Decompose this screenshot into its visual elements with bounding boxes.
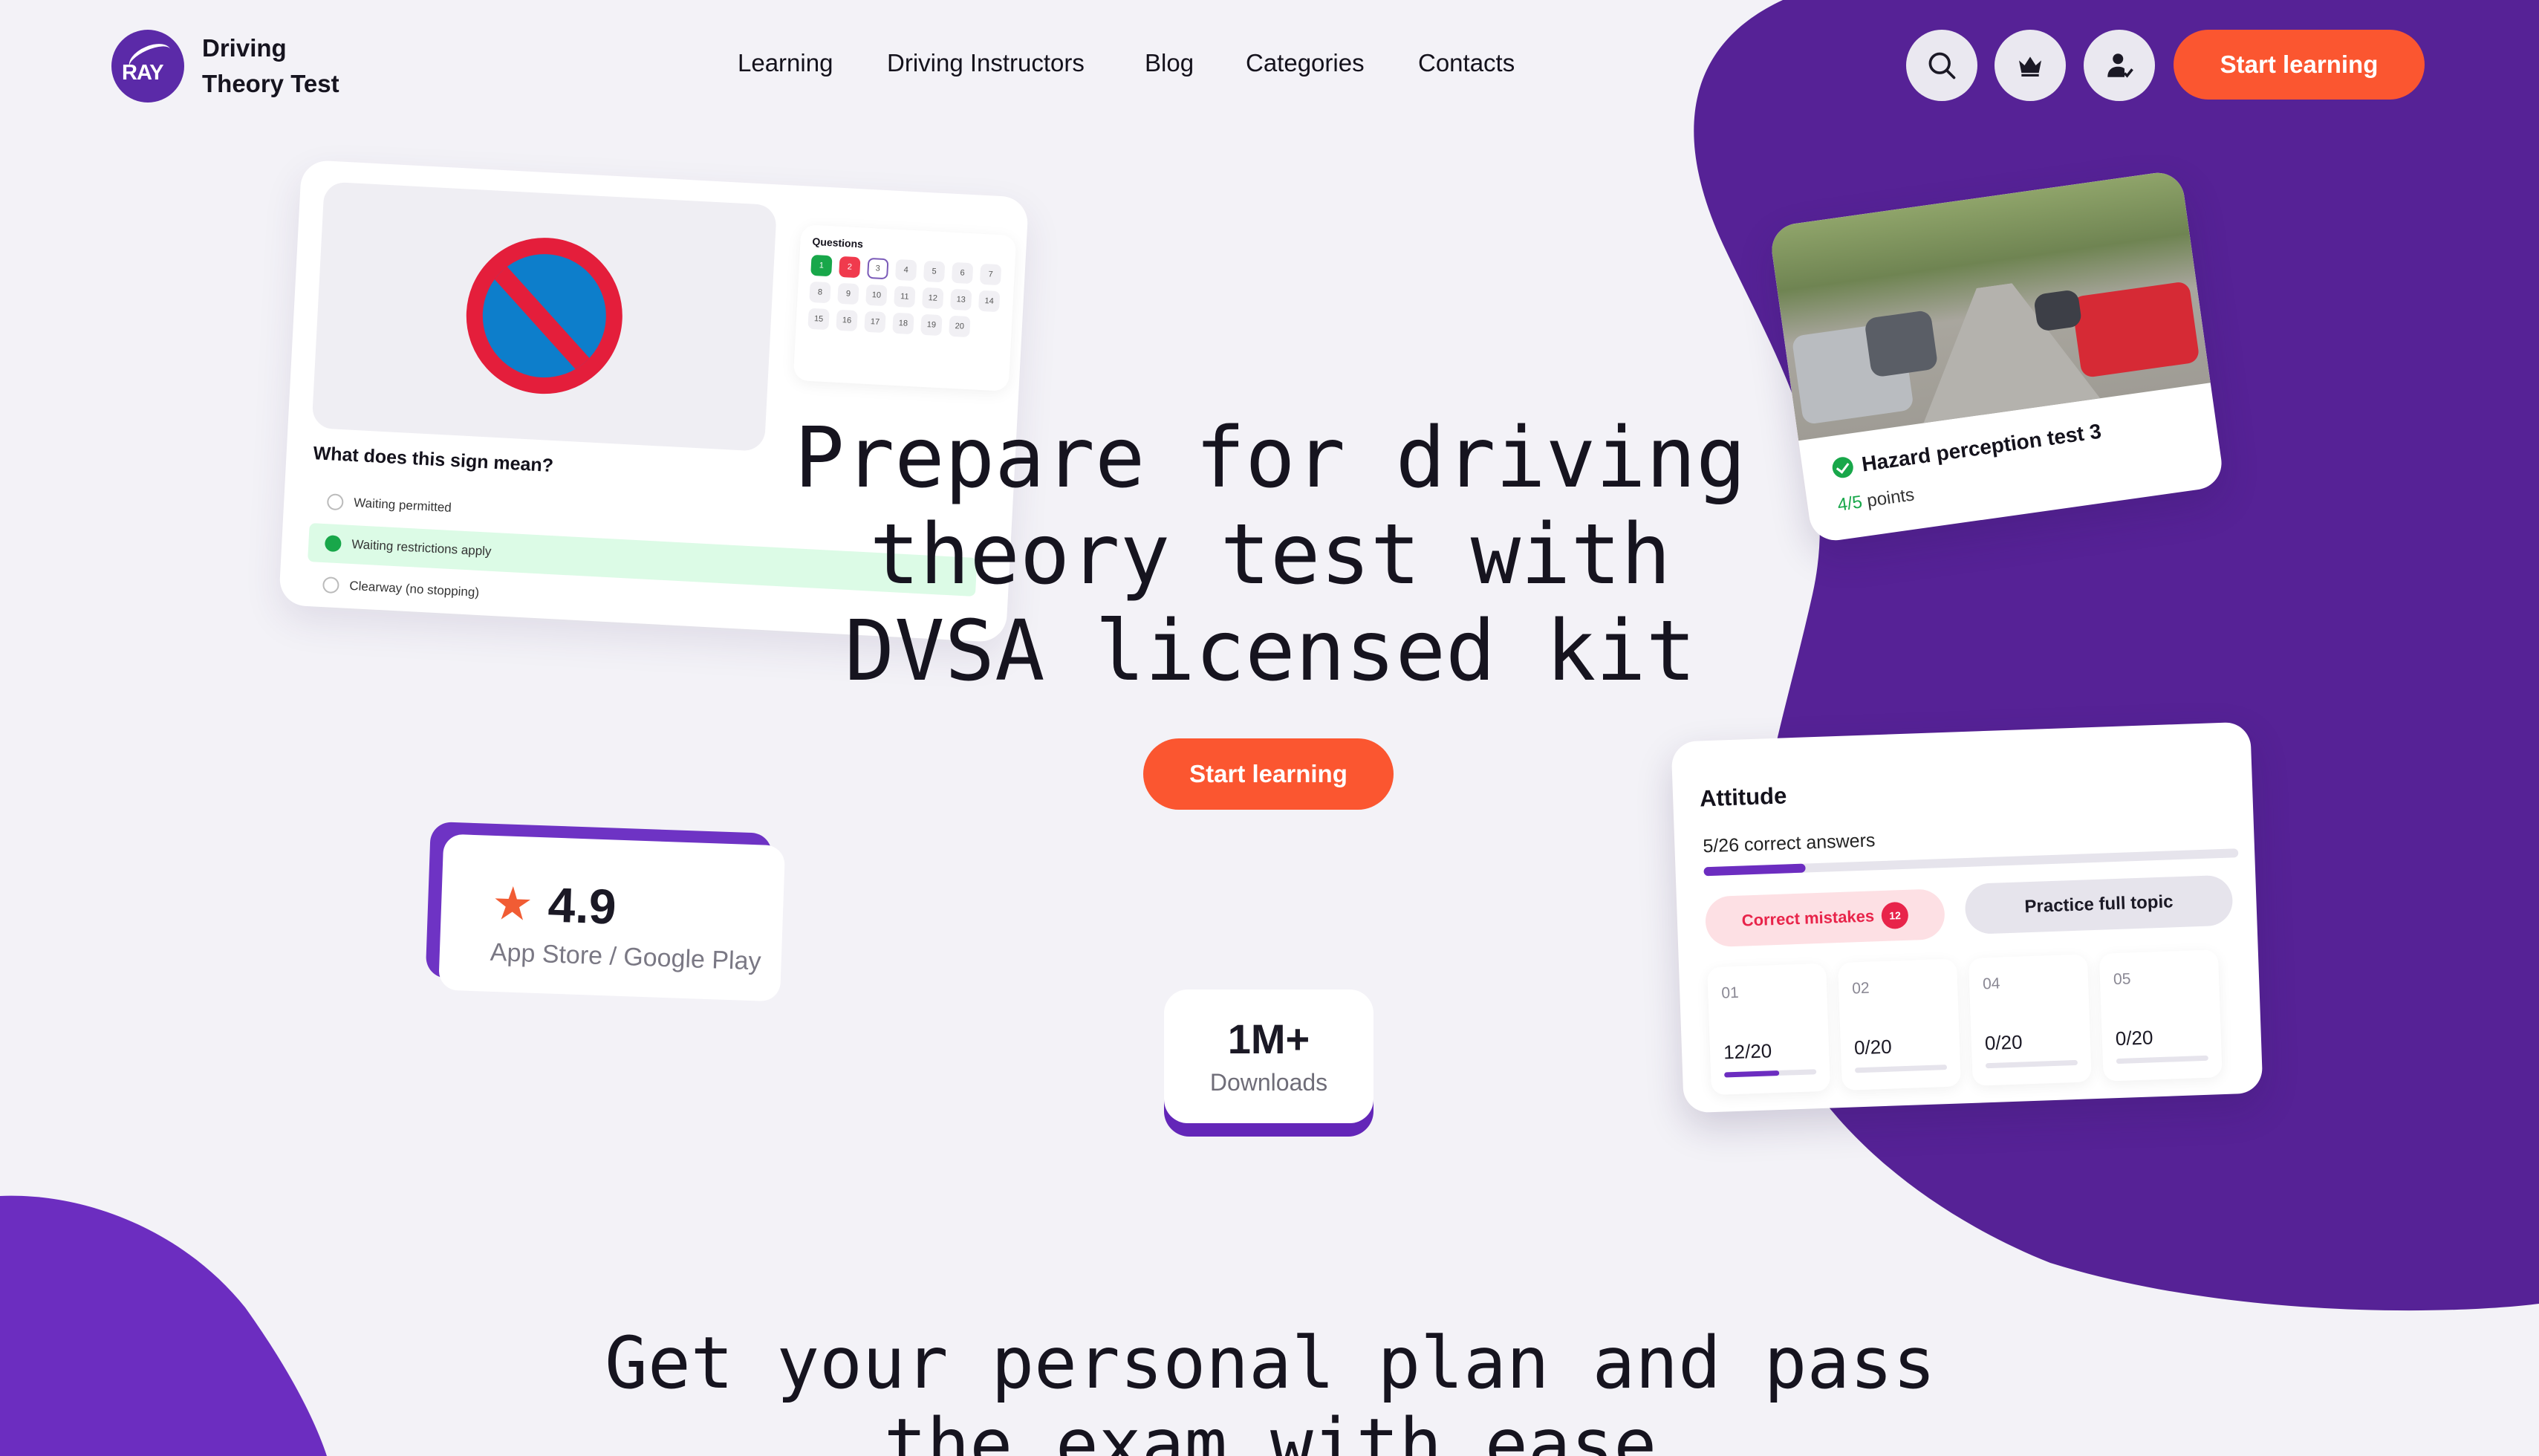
attitude-title: Attitude <box>1699 782 1787 812</box>
search-button[interactable] <box>1906 30 1977 101</box>
downloads-card: 1M+ Downloads <box>1164 989 1373 1123</box>
profile-button[interactable] <box>2084 30 2155 101</box>
question-number[interactable]: 5 <box>923 260 946 283</box>
mistakes-count-badge: 12 <box>1881 901 1909 929</box>
user-icon <box>2107 53 2133 78</box>
question-number[interactable]: 6 <box>951 261 974 285</box>
tile-score: 0/20 <box>1853 1035 1893 1059</box>
nav-blog[interactable]: Blog <box>1145 49 1194 77</box>
question-number[interactable]: 8 <box>809 281 831 304</box>
question-number[interactable]: 19 <box>920 313 943 337</box>
start-learning-button-header[interactable]: Start learning <box>2174 30 2425 100</box>
topic-tile[interactable]: 02 0/20 <box>1838 958 1961 1091</box>
no-waiting-sign-icon <box>462 233 627 398</box>
question-number[interactable]: 2 <box>839 256 861 279</box>
question-numbers: 1 2 3 4 5 6 7 8 9 10 11 12 13 14 15 16 17 18 19 20 <box>807 254 1003 339</box>
question-number[interactable]: 1 <box>810 254 833 277</box>
tile-progress-bar <box>1854 1065 1948 1073</box>
attitude-card: Attitude 5/26 correct answers Correct mi… <box>1671 721 2263 1114</box>
crown-icon <box>2019 56 2041 77</box>
start-learning-button-hero[interactable]: Start learning <box>1143 738 1394 810</box>
topic-tile[interactable]: 01 12/20 <box>1707 963 1831 1096</box>
quiz-question: What does this sign mean? <box>312 443 554 477</box>
question-number[interactable]: 13 <box>949 288 972 311</box>
rating-value: 4.9 <box>547 877 617 935</box>
check-icon <box>1830 455 1855 480</box>
downloads-value: 1M+ <box>1227 1015 1310 1062</box>
star-icon: ★ <box>491 877 534 931</box>
premium-button[interactable] <box>1995 30 2066 101</box>
tile-number: 02 <box>1851 979 1870 998</box>
question-number[interactable]: 16 <box>836 309 858 332</box>
tile-score: 0/20 <box>1984 1030 2023 1055</box>
tile-score: 0/20 <box>2115 1026 2153 1050</box>
nav-driving-instructors[interactable]: Driving Instructors <box>887 49 1085 77</box>
question-number[interactable]: 15 <box>807 308 830 331</box>
question-number[interactable]: 10 <box>865 284 888 307</box>
hazard-perception-card[interactable]: Hazard perception test 3 4/5 points <box>1768 169 2226 544</box>
tile-number: 01 <box>1720 984 1740 1002</box>
logo-mark: RAY <box>111 30 184 103</box>
tile-progress-bar <box>1724 1069 1817 1078</box>
attitude-summary: 5/26 correct answers <box>1702 830 1876 857</box>
question-number[interactable]: 9 <box>837 282 859 305</box>
question-number[interactable]: 14 <box>978 290 1001 313</box>
question-number[interactable]: 4 <box>894 259 917 282</box>
question-grid-title: Questions <box>812 235 864 250</box>
rating-stores: App Store / Google Play <box>490 937 762 976</box>
tile-number: 05 <box>2113 970 2131 989</box>
tile-progress-bar <box>2116 1055 2208 1065</box>
question-number[interactable]: 12 <box>922 287 944 310</box>
attitude-tiles: 01 12/20 02 0/20 04 0/20 05 0/20 <box>1707 949 2223 1096</box>
sign-image-box <box>311 181 778 452</box>
tile-number: 04 <box>1982 975 2000 993</box>
check-icon <box>324 535 342 553</box>
section-title: Get your personal plan and pass the exam… <box>605 1322 1936 1456</box>
search-icon <box>1928 52 1956 79</box>
question-number[interactable]: 20 <box>949 315 971 338</box>
hazard-score: 4/5 points <box>1836 484 1916 516</box>
correct-mistakes-button[interactable]: Correct mistakes 12 <box>1704 888 1945 948</box>
question-number[interactable]: 11 <box>894 285 916 308</box>
downloads-label: Downloads <box>1209 1069 1328 1096</box>
logo[interactable]: RAY Driving Theory Test <box>111 30 339 103</box>
topic-tile[interactable]: 04 0/20 <box>1968 954 2092 1086</box>
question-number[interactable]: 7 <box>979 263 1002 286</box>
nav-categories[interactable]: Categories <box>1246 49 1365 77</box>
question-number[interactable]: 3 <box>867 257 889 280</box>
question-number[interactable]: 17 <box>864 311 886 334</box>
question-grid: Questions 1 2 3 4 5 6 7 8 9 10 11 12 13 14 15 16 17 18 19 2… <box>793 224 1017 391</box>
tile-progress-bar <box>1985 1059 2078 1069</box>
tile-score: 12/20 <box>1723 1039 1772 1064</box>
practice-full-topic-button[interactable]: Practice full topic <box>1964 874 2234 935</box>
nav-learning[interactable]: Learning <box>738 49 833 77</box>
topic-tile[interactable]: 05 0/20 <box>2099 949 2223 1082</box>
nav-contacts[interactable]: Contacts <box>1418 49 1515 77</box>
hero-title: Prepare for driving theory test with DVS… <box>794 410 1746 700</box>
question-number[interactable]: 18 <box>892 312 914 335</box>
brand-name: Driving Theory Test <box>202 34 339 97</box>
radio-icon <box>326 493 344 511</box>
radio-icon <box>322 576 340 594</box>
rating-card: ★ 4.9 App Store / Google Play <box>425 821 786 1002</box>
